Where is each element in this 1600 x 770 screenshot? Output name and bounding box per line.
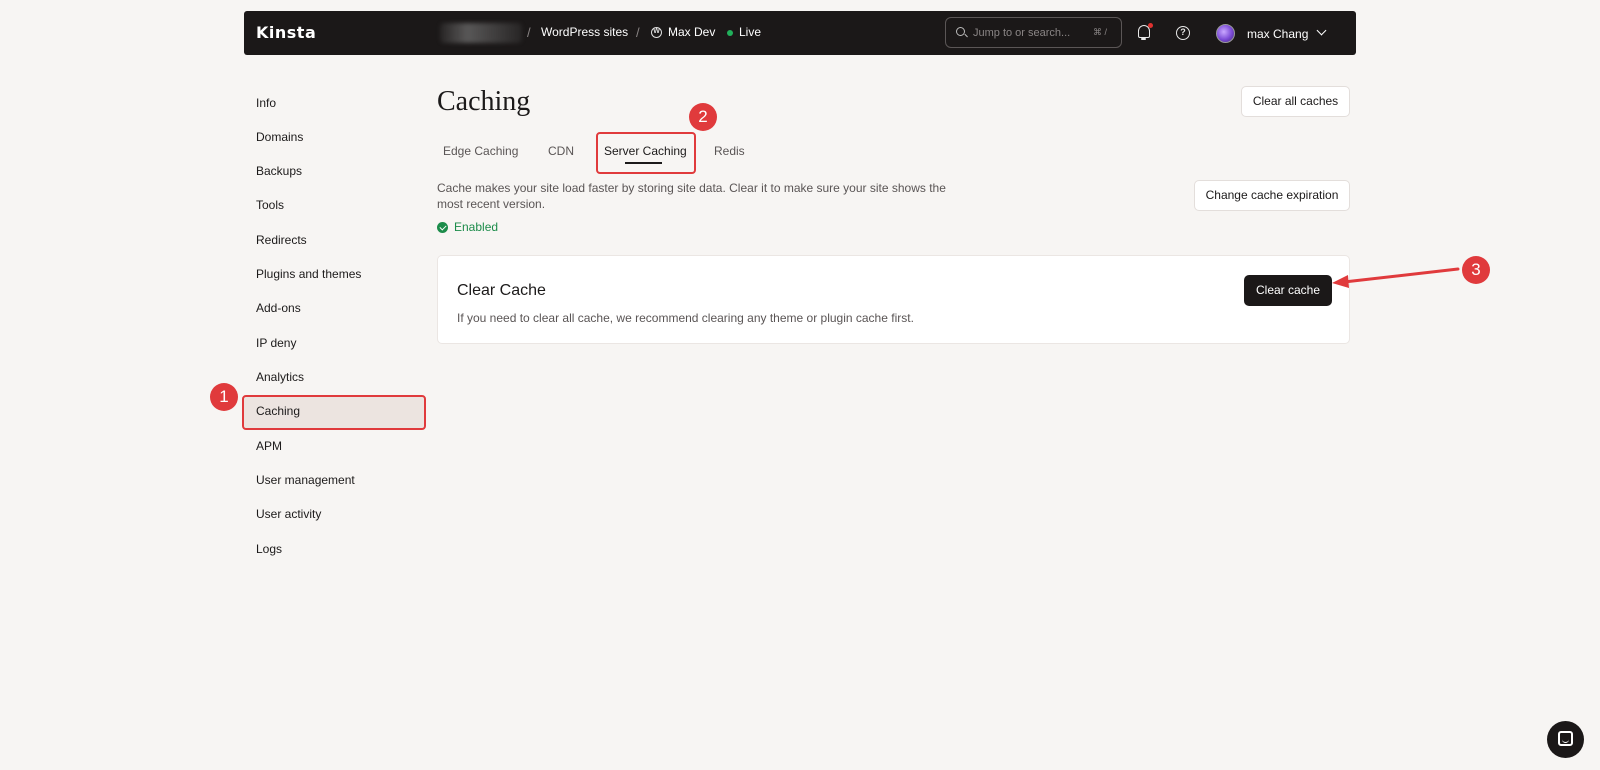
- chat-support-button[interactable]: [1547, 721, 1584, 758]
- clear-all-caches-button[interactable]: Clear all caches: [1241, 86, 1350, 117]
- sidebar-item-domains[interactable]: Domains: [256, 130, 303, 144]
- sidebar-item-backups[interactable]: Backups: [256, 164, 302, 178]
- breadcrumb-environment[interactable]: Live: [739, 25, 761, 39]
- breadcrumb-wordpress-sites[interactable]: WordPress sites: [541, 25, 628, 39]
- sidebar-item-add-ons[interactable]: Add-ons: [256, 301, 301, 315]
- live-status-dot: [727, 30, 733, 36]
- sidebar-item-logs[interactable]: Logs: [256, 542, 282, 556]
- annotation-highlight-caching: [242, 395, 426, 430]
- tab-edge-caching[interactable]: Edge Caching: [443, 144, 518, 158]
- page-title: Caching: [437, 86, 531, 117]
- help-icon[interactable]: ?: [1176, 26, 1190, 40]
- chevron-down-icon[interactable]: [1316, 25, 1327, 36]
- annotation-step-2: 2: [689, 103, 717, 131]
- breadcrumb-separator: /: [527, 25, 531, 40]
- change-cache-expiration-button[interactable]: Change cache expiration: [1194, 180, 1350, 211]
- notification-badge: [1148, 23, 1153, 28]
- card-title: Clear Cache: [457, 282, 546, 299]
- card-description: If you need to clear all cache, we recom…: [457, 311, 914, 325]
- sidebar-item-user-management[interactable]: User management: [256, 473, 355, 487]
- sidebar-item-plugins-and-themes[interactable]: Plugins and themes: [256, 267, 361, 281]
- sidebar-item-apm[interactable]: APM: [256, 439, 282, 453]
- sidebar-item-tools[interactable]: Tools: [256, 198, 284, 212]
- sidebar-item-analytics[interactable]: Analytics: [256, 370, 304, 384]
- sidebar-item-redirects[interactable]: Redirects: [256, 233, 307, 247]
- top-navigation-bar: Kinsta / WordPress sites / W Max Dev Liv…: [244, 11, 1356, 55]
- annotation-step-1: 1: [210, 383, 238, 411]
- chat-icon: [1558, 731, 1573, 746]
- annotation-arrow: [1332, 267, 1460, 288]
- breadcrumb-separator: /: [636, 25, 640, 40]
- search-shortcut-hint: ⌘ /: [1092, 27, 1107, 37]
- search-icon: [956, 27, 965, 36]
- sidebar-item-info[interactable]: Info: [256, 96, 276, 110]
- clear-cache-card: Clear Cache If you need to clear all cac…: [437, 255, 1350, 344]
- wordpress-icon: W: [651, 27, 662, 38]
- search-input[interactable]: Jump to or search... ⌘ /: [945, 17, 1122, 48]
- kinsta-logo[interactable]: Kinsta: [256, 23, 316, 42]
- user-menu-name[interactable]: max Chang: [1247, 27, 1308, 41]
- breadcrumb-site-name[interactable]: Max Dev: [668, 25, 715, 39]
- sidebar-item-ip-deny[interactable]: IP deny: [256, 336, 296, 350]
- company-name-blurred[interactable]: [440, 23, 522, 43]
- tab-redis[interactable]: Redis: [714, 144, 745, 158]
- caching-description: Cache makes your site load faster by sto…: [437, 181, 946, 211]
- status-badge: Enabled: [454, 220, 499, 234]
- clear-cache-button[interactable]: Clear cache: [1244, 275, 1332, 306]
- tab-cdn[interactable]: CDN: [548, 144, 574, 158]
- annotation-highlight-server-caching: [596, 132, 696, 174]
- annotation-step-3: 3: [1462, 256, 1490, 284]
- avatar[interactable]: [1216, 24, 1235, 43]
- check-circle-icon: [437, 222, 448, 233]
- sidebar-item-user-activity[interactable]: User activity: [256, 507, 321, 521]
- search-placeholder: Jump to or search...: [973, 27, 1071, 39]
